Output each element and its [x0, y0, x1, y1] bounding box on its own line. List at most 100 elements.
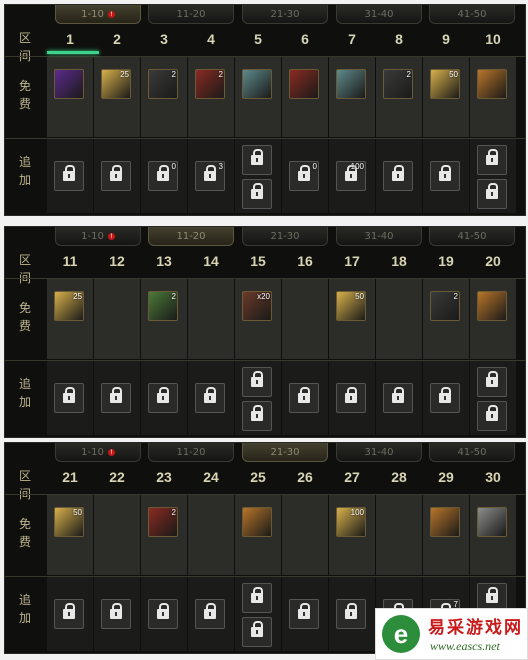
locked-reward-slot[interactable] [242, 179, 272, 209]
locked-reward-slot[interactable] [477, 401, 507, 431]
item-count: 0 [312, 162, 317, 171]
locked-reward-slot[interactable] [336, 383, 366, 413]
locked-reward-slot[interactable] [242, 401, 272, 431]
reward-item-icon[interactable]: 50 [54, 507, 84, 537]
tab-range[interactable]: 1-10! [55, 443, 141, 462]
item-count: 2 [406, 70, 411, 79]
free-cell [470, 495, 516, 575]
tab-range[interactable]: 21-30 [242, 227, 328, 246]
reward-item-icon[interactable]: 100 [336, 507, 366, 537]
locked-reward-slot[interactable] [54, 161, 84, 191]
locked-reward-slot[interactable] [477, 367, 507, 397]
locked-reward-slot[interactable] [477, 179, 507, 209]
locked-reward-slot[interactable]: 100 [336, 161, 366, 191]
locked-reward-slot[interactable] [430, 383, 460, 413]
tab-range[interactable]: 11-20 [148, 443, 234, 462]
locked-reward-slot[interactable] [242, 617, 272, 647]
locked-reward-slot[interactable] [148, 383, 178, 413]
reward-item-icon[interactable] [336, 69, 366, 99]
tab-range[interactable]: 21-30 [242, 443, 328, 462]
locked-reward-slot[interactable] [54, 383, 84, 413]
day-column: 19 2 [423, 249, 469, 435]
free-cell: 50 [47, 495, 93, 575]
locked-reward-slot[interactable]: 0 [148, 161, 178, 191]
tab-range[interactable]: 41-50 [429, 443, 515, 462]
tab-range[interactable]: 31-40 [336, 227, 422, 246]
locked-reward-slot[interactable] [383, 383, 413, 413]
locked-reward-slot[interactable] [242, 367, 272, 397]
item-count: 3 [218, 162, 223, 171]
reward-item-icon[interactable] [477, 291, 507, 321]
reward-item-icon[interactable] [54, 69, 84, 99]
tab-range[interactable]: 31-40 [336, 443, 422, 462]
reward-item-icon[interactable] [242, 69, 272, 99]
locked-reward-slot[interactable] [242, 583, 272, 613]
reward-item-icon[interactable]: 2 [148, 69, 178, 99]
locked-reward-slot[interactable] [383, 161, 413, 191]
locked-reward-slot[interactable] [477, 145, 507, 175]
locked-reward-slot[interactable] [336, 599, 366, 629]
lock-icon [486, 371, 498, 387]
reward-item-icon[interactable] [430, 507, 460, 537]
tab-range[interactable]: 1-10! [55, 5, 141, 24]
reward-item-icon[interactable]: 2 [148, 291, 178, 321]
lock-icon [251, 587, 263, 603]
lock-icon [251, 371, 263, 387]
reward-item-icon[interactable] [289, 69, 319, 99]
locked-reward-slot[interactable] [242, 145, 272, 175]
lock-icon [345, 603, 357, 619]
extra-cell [94, 139, 140, 213]
tab-range[interactable]: 31-40 [336, 5, 422, 24]
reward-item-icon[interactable]: 2 [148, 507, 178, 537]
reward-item-icon[interactable]: x20 [242, 291, 272, 321]
reward-item-icon[interactable]: 2 [195, 69, 225, 99]
reward-item-icon[interactable] [477, 507, 507, 537]
tab-range[interactable]: 21-30 [242, 5, 328, 24]
site-title: 易采游戏网 [428, 618, 523, 638]
row-label-extra: 追加 [5, 591, 45, 627]
reward-item-icon[interactable]: 25 [101, 69, 131, 99]
tab-label: 1-10 [81, 9, 104, 20]
day-number: 2 [113, 31, 121, 47]
free-cell [94, 495, 140, 575]
tab-range[interactable]: 11-20 [148, 5, 234, 24]
label-char: 区 [18, 469, 31, 483]
reward-item-icon[interactable]: 2 [383, 69, 413, 99]
locked-reward-slot[interactable] [148, 599, 178, 629]
free-cell [470, 57, 516, 137]
reward-item-icon[interactable]: 50 [336, 291, 366, 321]
day-number: 5 [254, 31, 262, 47]
locked-reward-slot[interactable] [101, 599, 131, 629]
locked-reward-slot[interactable] [289, 383, 319, 413]
locked-reward-slot[interactable] [101, 161, 131, 191]
tab-range[interactable]: 11-20 [148, 227, 234, 246]
tab-range[interactable]: 41-50 [429, 5, 515, 24]
reward-item-icon[interactable] [242, 507, 272, 537]
reward-item-icon[interactable]: 25 [54, 291, 84, 321]
locked-reward-slot[interactable]: 0 [289, 161, 319, 191]
label-char: 追 [18, 593, 31, 607]
locked-reward-slot[interactable] [54, 599, 84, 629]
locked-reward-slot[interactable]: 3 [195, 161, 225, 191]
locked-reward-slot[interactable] [195, 599, 225, 629]
locked-reward-slot[interactable] [430, 161, 460, 191]
extra-cell: 100 [329, 139, 375, 213]
reward-item-icon[interactable]: 50 [430, 69, 460, 99]
day-number: 1 [66, 31, 74, 47]
tab-range[interactable]: 1-10! [55, 227, 141, 246]
alert-icon: ! [107, 449, 115, 456]
extra-cell [376, 361, 422, 435]
day-number: 28 [391, 469, 407, 485]
extra-cell [376, 139, 422, 213]
label-char: 区 [18, 253, 31, 267]
reward-item-icon[interactable]: 2 [430, 291, 460, 321]
lock-icon [204, 603, 216, 619]
day-number: 9 [442, 31, 450, 47]
day-column: 26 [282, 465, 328, 651]
tab-range[interactable]: 41-50 [429, 227, 515, 246]
locked-reward-slot[interactable] [195, 383, 225, 413]
locked-reward-slot[interactable] [289, 599, 319, 629]
free-cell [470, 279, 516, 359]
reward-item-icon[interactable] [477, 69, 507, 99]
locked-reward-slot[interactable] [101, 383, 131, 413]
